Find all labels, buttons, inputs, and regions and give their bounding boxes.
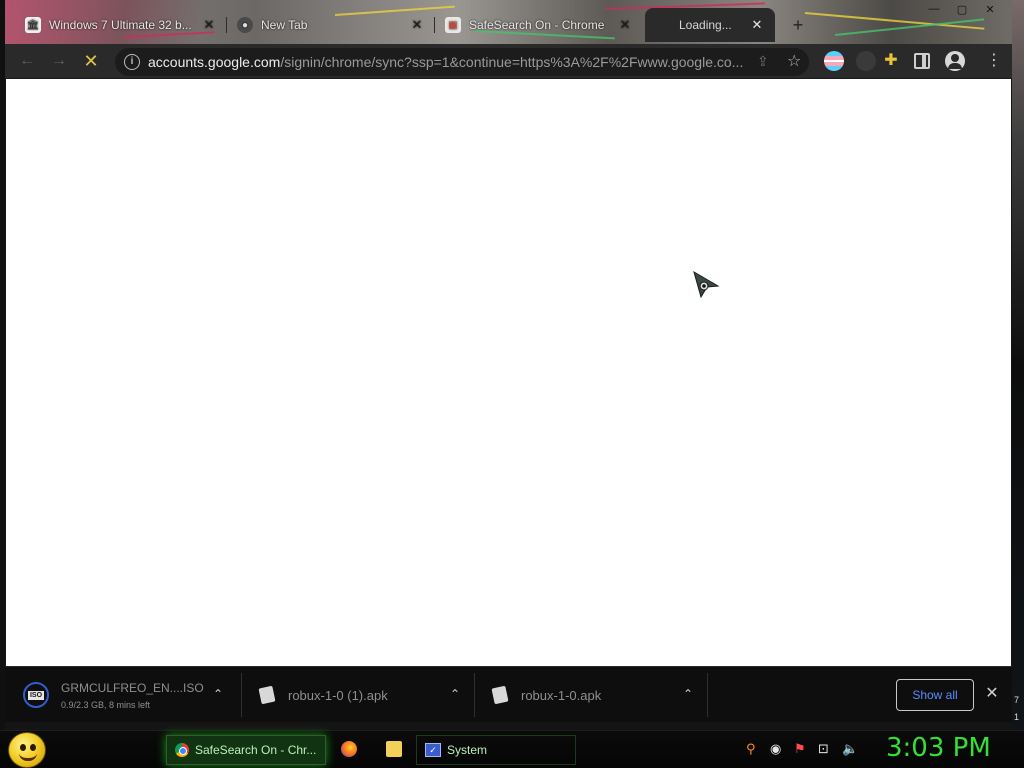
download-item[interactable]: robux-1-0 (1).apk ⌃ bbox=[242, 667, 475, 723]
url-path: /signin/chrome/sync?ssp=1&continue=https… bbox=[280, 54, 744, 70]
download-name: robux-1-0.apk bbox=[521, 687, 602, 703]
firefox-icon[interactable] bbox=[341, 741, 357, 757]
download-shelf: ISO GRMCULFREO_EN....ISO 0.9/2.3 GB, 8 m… bbox=[5, 666, 1012, 722]
url-text[interactable]: accounts.google.com/signin/chrome/sync?s… bbox=[148, 54, 748, 70]
browser-window: 🏛 Windows 7 Ultimate 32 b... ✕ ● New Tab… bbox=[5, 0, 1012, 730]
show-all-downloads-button[interactable]: Show all bbox=[896, 679, 974, 711]
desktop-edge-mark: 1 bbox=[1014, 712, 1020, 722]
chevron-up-icon[interactable]: ⌃ bbox=[683, 687, 693, 701]
chrome-icon bbox=[175, 743, 189, 757]
taskbar-item-chrome[interactable]: SafeSearch On - Chr... bbox=[166, 735, 326, 765]
taskbar-item-label: System bbox=[447, 743, 488, 757]
download-name: GRMCULFREO_EN....ISO bbox=[61, 680, 204, 695]
desktop-edge-mark: 7 bbox=[1014, 695, 1020, 705]
tab-loading[interactable]: Loading... ✕ bbox=[645, 8, 775, 42]
search-tray-icon[interactable]: ⚲ bbox=[746, 741, 756, 757]
extension-icon[interactable] bbox=[856, 51, 876, 71]
close-tab-icon[interactable]: ✕ bbox=[201, 17, 217, 33]
file-icon bbox=[258, 685, 276, 705]
start-button-smiley-icon[interactable] bbox=[8, 732, 46, 768]
museum-icon: 🏛 bbox=[25, 17, 41, 33]
close-download-shelf-icon[interactable]: ✕ bbox=[983, 683, 1001, 705]
taskbar-item-label: SafeSearch On - Chr... bbox=[195, 743, 317, 757]
github-icon: ● bbox=[237, 17, 253, 33]
address-bar[interactable]: i accounts.google.com/signin/chrome/sync… bbox=[115, 48, 809, 76]
desktop-edge: 7 1 bbox=[1012, 0, 1024, 730]
tab-favicon-icon: ▣ bbox=[445, 17, 461, 33]
system-icon: ✓ bbox=[425, 743, 441, 757]
iso-icon: ISO bbox=[23, 682, 49, 708]
tab-strip: 🏛 Windows 7 Ultimate 32 b... ✕ ● New Tab… bbox=[5, 0, 1012, 44]
close-tab-icon[interactable]: ✕ bbox=[749, 17, 765, 33]
tab-new-tab[interactable]: ● New Tab ✕ bbox=[227, 8, 435, 42]
site-info-icon[interactable]: i bbox=[124, 54, 140, 70]
back-button[interactable]: ← bbox=[15, 49, 39, 73]
stop-loading-button[interactable]: ✕ bbox=[79, 49, 103, 73]
volume-tray-icon[interactable]: 🔈 bbox=[842, 741, 858, 757]
tab-windows-7[interactable]: 🏛 Windows 7 Ultimate 32 b... ✕ bbox=[15, 8, 227, 42]
bookmark-star-icon[interactable]: ☆ bbox=[787, 51, 801, 71]
side-panel-icon[interactable] bbox=[914, 53, 930, 69]
download-status: 0.9/2.3 GB, 8 mins left bbox=[61, 699, 151, 710]
extensions-puzzle-icon[interactable]: ✚ bbox=[881, 51, 901, 71]
tab-title: SafeSearch On - Chrome bbox=[469, 18, 605, 32]
close-window-button[interactable]: ✕ bbox=[976, 0, 1004, 18]
minimize-button[interactable]: — bbox=[920, 0, 948, 18]
maximize-button[interactable]: ▢ bbox=[948, 0, 976, 18]
taskbar-item-system[interactable]: ✓ System bbox=[416, 735, 576, 765]
url-host: accounts.google.com bbox=[148, 54, 281, 70]
chevron-up-icon[interactable]: ⌃ bbox=[450, 687, 460, 701]
tab-safesearch[interactable]: ▣ SafeSearch On - Chrome ✕ bbox=[435, 8, 643, 42]
tab-title: New Tab bbox=[261, 18, 308, 32]
taskbar: SafeSearch On - Chr... ✓ System ⚲ ◉ ⚑ ⊡ … bbox=[0, 730, 1024, 768]
tab-title: Windows 7 Ultimate 32 b... bbox=[49, 18, 192, 32]
clock[interactable]: 3:03 PM bbox=[886, 733, 991, 763]
close-tab-icon[interactable]: ✕ bbox=[617, 17, 633, 33]
folder-icon[interactable] bbox=[386, 741, 402, 757]
download-item[interactable]: ISO GRMCULFREO_EN....ISO 0.9/2.3 GB, 8 m… bbox=[5, 667, 242, 723]
pride-flag-extension-icon[interactable] bbox=[824, 51, 844, 71]
new-tab-button[interactable]: + bbox=[787, 14, 809, 36]
file-icon bbox=[491, 685, 509, 705]
download-item[interactable]: robux-1-0.apk ⌃ bbox=[475, 667, 708, 723]
action-center-flag-icon[interactable]: ⚑ bbox=[794, 741, 806, 757]
chevron-up-icon[interactable]: ⌃ bbox=[213, 687, 223, 701]
profile-avatar-icon[interactable] bbox=[945, 51, 965, 71]
network-tray-icon[interactable]: ⊡ bbox=[818, 741, 829, 757]
forward-button[interactable]: → bbox=[47, 49, 71, 73]
chat-tray-icon[interactable]: ◉ bbox=[770, 741, 781, 757]
close-tab-icon[interactable]: ✕ bbox=[409, 17, 425, 33]
share-icon[interactable]: ⇪ bbox=[757, 53, 769, 70]
kebab-menu-icon[interactable]: ⋮ bbox=[984, 51, 1004, 71]
tab-title: Loading... bbox=[679, 18, 732, 32]
mouse-cursor-icon bbox=[693, 270, 720, 299]
download-name: robux-1-0 (1).apk bbox=[288, 687, 388, 703]
page-content[interactable] bbox=[6, 79, 1011, 666]
browser-toolbar: ← → ✕ i accounts.google.com/signin/chrom… bbox=[5, 44, 1012, 79]
